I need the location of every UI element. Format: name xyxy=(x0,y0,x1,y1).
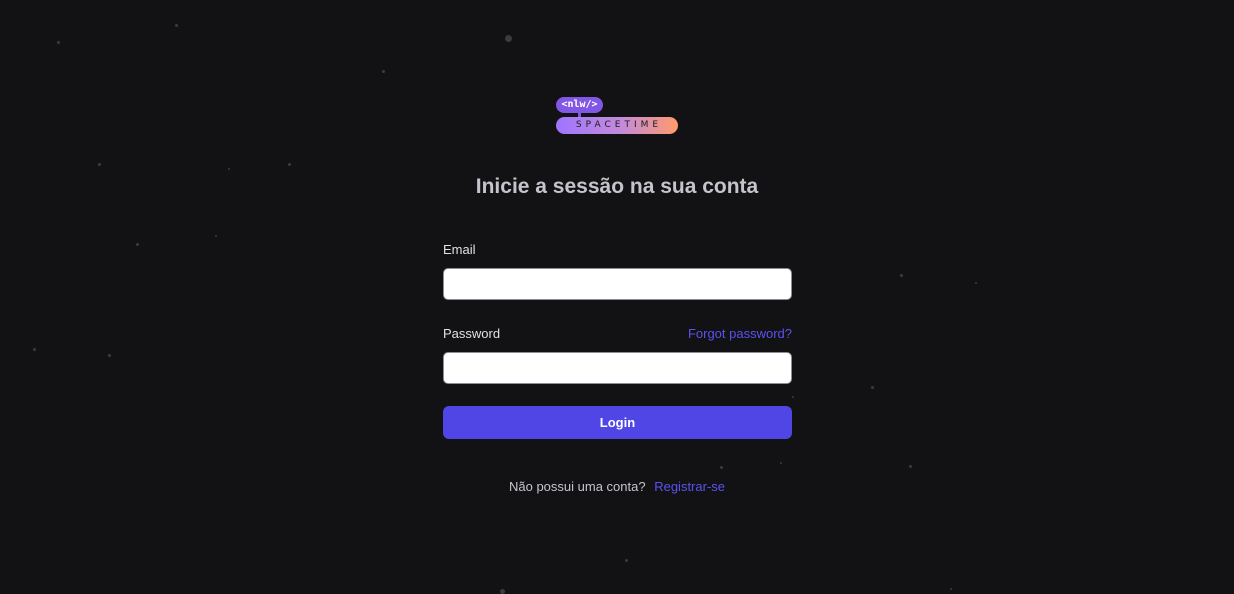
star xyxy=(98,163,101,166)
star xyxy=(625,559,628,562)
email-label: Email xyxy=(443,242,476,257)
register-link[interactable]: Registrar-se xyxy=(654,479,725,494)
star xyxy=(909,465,912,468)
password-label: Password xyxy=(443,326,501,341)
login-button[interactable]: Login xyxy=(443,406,792,439)
star xyxy=(871,386,874,389)
star xyxy=(500,589,505,594)
page-title: Inicie a sessão na sua conta xyxy=(475,175,759,198)
star xyxy=(975,282,977,284)
nlw-spacetime-logo: <nlw/> SPACETIME xyxy=(556,97,678,135)
star xyxy=(175,24,178,27)
signup-prompt: Não possui uma conta? xyxy=(508,479,646,494)
signup-row: Não possui uma conta? Registrar-se xyxy=(0,478,1234,496)
star xyxy=(57,41,60,44)
email-field[interactable] xyxy=(443,268,792,300)
star xyxy=(792,396,794,398)
password-field[interactable] xyxy=(443,352,792,384)
star xyxy=(108,354,111,357)
logo-spacetime-badge: SPACETIME xyxy=(556,117,678,134)
star xyxy=(780,462,782,464)
star xyxy=(382,70,385,73)
star xyxy=(900,274,903,277)
star xyxy=(136,243,139,246)
star xyxy=(228,168,230,170)
forgot-password-link[interactable]: Forgot password? xyxy=(688,325,792,343)
star xyxy=(33,348,36,351)
logo-nlw-badge: <nlw/> xyxy=(556,97,603,113)
star xyxy=(505,35,512,42)
star xyxy=(215,235,217,237)
star xyxy=(720,466,723,469)
star xyxy=(950,588,952,590)
star xyxy=(288,163,291,166)
